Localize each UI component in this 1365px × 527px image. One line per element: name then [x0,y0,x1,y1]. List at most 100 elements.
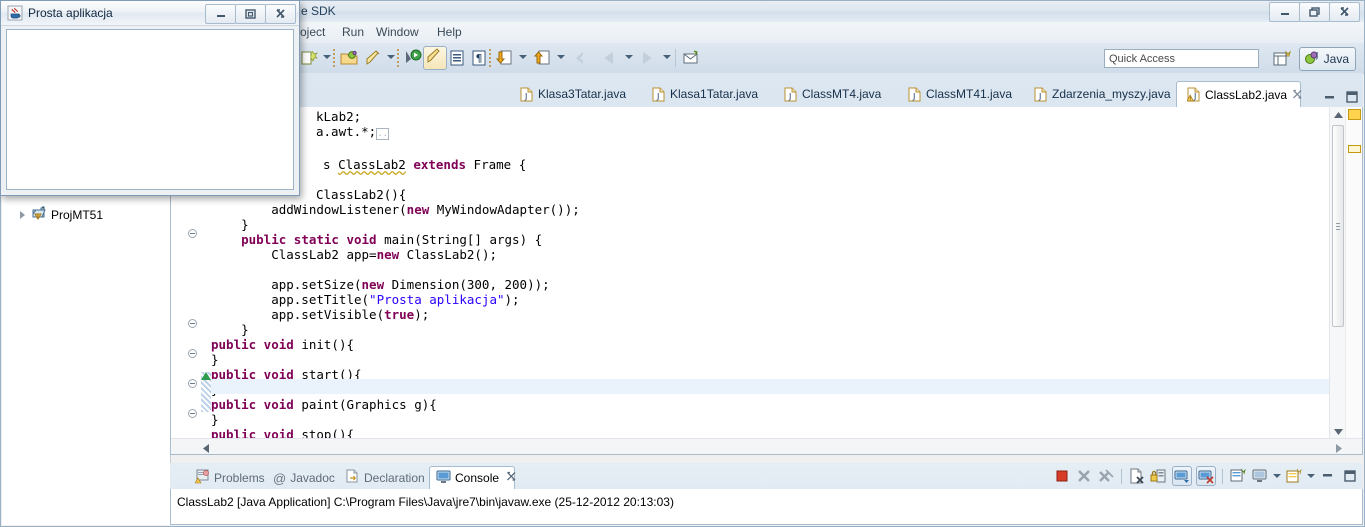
editor-tab-classlab2[interactable]: J ! ClassLab2.java [1176,81,1301,107]
terminate-icon[interactable] [1053,467,1071,485]
svg-text:J: J [524,92,527,101]
pin-console-icon[interactable] [1229,467,1247,485]
scroll-up-arrow-icon[interactable] [1330,107,1346,123]
forward-history-dropdown[interactable] [625,55,633,59]
scroll-left-arrow-icon[interactable] [203,442,210,456]
console-tab-declaration[interactable]: Declaration [339,467,431,489]
scroll-down-arrow-icon[interactable] [1330,423,1346,439]
perspective-java-button[interactable]: J Java [1299,47,1356,71]
previous-annotation-dropdown[interactable] [557,55,565,59]
show-console-on-output-icon[interactable] [1172,466,1192,486]
java-project-warning-icon: ! [31,205,47,224]
editor-tab-zdarzenia-myszy[interactable]: J Zdarzenia_myszy.java [1024,81,1176,107]
editor-tab-classmt4[interactable]: J ClassMT4.java [774,81,898,107]
run-icon[interactable] [423,46,447,70]
maximize-view-icon[interactable] [1345,90,1359,104]
menu-item-project[interactable]: roject [296,25,325,39]
warning-marker[interactable] [1348,109,1361,120]
close-icon[interactable] [506,471,517,485]
editor-overview-ruler[interactable] [1345,107,1362,439]
restore-button[interactable] [1299,2,1330,22]
svg-text:J: J [788,92,791,101]
toggle-mark-occurrences-icon[interactable]: ¶ [469,48,489,68]
scroll-right-arrow-icon[interactable] [1335,442,1342,456]
editor-tab-klasa3tatar[interactable]: J Klasa3Tatar.java [510,81,642,107]
previous-annotation-icon[interactable] [533,48,553,68]
maximize-view-icon[interactable] [1341,467,1359,485]
minimize-button[interactable] [1269,2,1300,22]
clear-console-icon[interactable] [1128,467,1146,485]
forward-history-icon[interactable] [599,48,619,68]
code-scroll-area[interactable]: kLab2;a.awt.*;.. s ClassLab2 extends Fra… [211,107,1330,439]
show-console-on-error-icon[interactable] [1196,466,1216,486]
quick-access-input[interactable] [1104,49,1259,68]
fold-toggle-icon[interactable] [188,379,197,388]
back-icon[interactable] [571,48,591,68]
console-tab-problems[interactable]: Problems [189,467,271,489]
current-line-highlight [211,379,1330,394]
minimize-button[interactable] [205,4,236,24]
console-output-line: ClassLab2 [Java Application] C:\Program … [177,495,674,509]
display-selected-console-icon[interactable] [1251,467,1269,485]
new-wizard-icon[interactable] [299,48,319,68]
scrollbar-thumb[interactable] [1332,125,1344,327]
java-app-window[interactable]: Prosta aplikacja [0,0,300,196]
fold-toggle-icon[interactable] [188,229,197,238]
eclipse-window-controls [1270,2,1360,22]
open-type-icon[interactable] [447,48,467,68]
close-button[interactable] [1329,2,1360,22]
code-editor[interactable]: kLab2;a.awt.*;.. s ClassLab2 extends Fra… [170,107,1363,455]
display-selected-dropdown[interactable] [1273,474,1281,478]
build-dropdown[interactable] [387,55,395,59]
console-tab-javadoc[interactable]: @ Javadoc [267,467,341,489]
open-console-icon[interactable] [1285,467,1303,485]
maximize-button[interactable] [235,4,266,24]
close-icon[interactable] [1292,89,1303,100]
svg-text:J: J [1038,92,1041,101]
fold-toggle-icon[interactable] [188,349,197,358]
menu-item-window[interactable]: Window [376,25,419,39]
remove-all-terminated-icon[interactable] [1097,467,1115,485]
minimize-view-icon[interactable] [1323,90,1337,104]
annotation-icon[interactable] [681,48,701,68]
scroll-lock-icon[interactable] [1150,467,1168,485]
menu-item-help[interactable]: Help [437,25,462,39]
console-icon [436,470,451,487]
editor-tab-label: ClassMT4.java [802,87,881,101]
editor-tab-klasa1tatar[interactable]: J Klasa1Tatar.java [642,81,774,107]
warning-marker[interactable] [1348,145,1361,153]
open-perspective-icon[interactable] [1272,49,1292,69]
console-output[interactable]: ClassLab2 [Java Application] C:\Program … [170,489,1363,525]
editor-tab-classmt41[interactable]: J ClassMT41.java [898,81,1024,107]
tree-item-label: ProjMT51 [51,208,103,222]
editor-horizontal-scrollbar[interactable] [171,438,1362,454]
console-tab-console[interactable]: Console [429,466,515,489]
fold-toggle-icon[interactable] [188,319,197,328]
open-console-dropdown[interactable] [1307,474,1315,478]
svg-text:J: J [1315,51,1318,60]
debug-run-icon[interactable] [403,48,423,68]
editor-tab-label: Klasa1Tatar.java [670,87,758,101]
close-button[interactable] [265,4,296,24]
next-annotation-dropdown[interactable] [519,55,527,59]
next-annotation-icon[interactable] [495,48,515,68]
fold-toggle-icon[interactable] [188,409,197,418]
svg-text:!: ! [1189,96,1191,102]
menu-item-run[interactable]: Run [342,25,364,39]
editor-vertical-scrollbar[interactable] [1329,107,1346,439]
remove-launch-icon[interactable] [1075,467,1093,485]
tree-item-projmt51[interactable]: ! ProjMT51 [20,205,103,224]
chevron-right-icon[interactable] [20,211,25,219]
forward-dropdown[interactable] [663,55,671,59]
minimize-view-icon[interactable] [1319,467,1337,485]
java-app-window-controls [206,4,296,24]
editor-tab-label: Klasa3Tatar.java [538,87,626,101]
open-package-icon[interactable] [339,48,359,68]
build-icon[interactable] [363,48,383,68]
java-app-client-area[interactable] [6,29,294,190]
forward-icon[interactable] [637,48,657,68]
java-app-title: Prosta aplikacja [28,6,113,20]
console-tab-label: Problems [214,471,265,485]
new-wizard-dropdown[interactable] [323,55,331,59]
java-app-title-bar[interactable]: Prosta aplikacja [1,1,299,26]
